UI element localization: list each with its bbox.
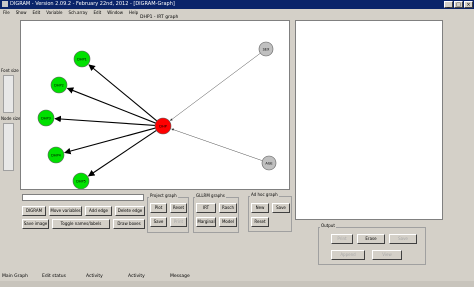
minimize-button[interactable]: _ (444, 1, 453, 8)
main-window: DIGRAM - Version 2.09.2 - February 22nd,… (0, 0, 474, 287)
node-item-5[interactable]: DHP5 (72, 172, 90, 190)
font-size-label: Font size (1, 68, 19, 73)
menu-show[interactable]: Show (16, 9, 27, 17)
output-save-button[interactable]: Save (389, 234, 417, 244)
node-item-4-label: DHP4 (51, 153, 61, 157)
bottom-edge (0, 281, 474, 287)
gllrm-marginal-button[interactable]: Marginal (196, 217, 216, 227)
edge-dhp-to-item-3[interactable] (54, 115, 156, 127)
node-size-slider[interactable] (3, 123, 14, 171)
app-icon (2, 1, 8, 7)
status-activity-1: Activity (86, 274, 103, 279)
node-item-1-label: DHP1 (77, 57, 87, 61)
menu-help[interactable]: Help (129, 9, 138, 17)
adhoc-save-button[interactable]: Save (272, 203, 290, 213)
menu-window[interactable]: Window (107, 9, 123, 17)
node-item-4[interactable]: DHP4 (47, 146, 65, 164)
node-item-3-label: DHP3 (41, 116, 51, 120)
digram-button[interactable]: DIGRAM (22, 206, 46, 216)
delete-edge-button[interactable]: Delete edge (115, 206, 145, 216)
output-print-button[interactable]: Print (331, 234, 353, 244)
status-message: Message (170, 274, 190, 279)
node-item-5-label: DHP5 (76, 179, 86, 183)
node-dhp[interactable]: DHP (154, 117, 172, 135)
node-item-2-label: DHP2 (54, 83, 64, 87)
graph-svg: DHP1 DHP2 DHP3 DHP4 DHP5 SEX AGE DHP (37, 41, 277, 190)
menu-file[interactable]: File (3, 9, 10, 17)
project-reset-button[interactable]: Reset (170, 203, 187, 213)
maximize-button[interactable]: □ (454, 1, 463, 8)
window-title: DIGRAM - Version 2.09.2 - February 22nd,… (10, 1, 175, 7)
status-bar: Main Graph Edit status Activity Activity… (0, 272, 474, 281)
project-graph-label: Project graph (149, 193, 178, 198)
status-edit-status: Edit status (42, 274, 66, 279)
node-item-1[interactable]: DHP1 (73, 50, 91, 68)
status-main-graph: Main Graph (2, 274, 28, 279)
menu-sch-array[interactable]: Sch.array (68, 9, 87, 17)
node-exo-sex-label: SEX (263, 47, 270, 51)
node-dhp-label: DHP (159, 124, 166, 128)
title-bar: DIGRAM - Version 2.09.2 - February 22nd,… (0, 0, 474, 9)
project-print-button[interactable]: Print (170, 217, 187, 227)
edge-dhp-to-item-1[interactable] (88, 64, 158, 122)
menu-bar: File Show Edit Variable Sch.array Edit W… (0, 9, 474, 17)
menu-variable[interactable]: Variable (46, 9, 62, 17)
edge-dhp-to-item-2[interactable] (66, 87, 156, 124)
node-item-2[interactable]: DHP2 (50, 76, 68, 94)
font-size-slider[interactable] (3, 75, 14, 113)
project-save-button[interactable]: Save (150, 217, 167, 227)
graph-edges (54, 52, 263, 177)
output-label: Output (320, 223, 336, 228)
save-image-button[interactable]: Save image (22, 219, 49, 229)
node-size-label: Node size (1, 116, 21, 121)
status-activity-2: Activity (128, 274, 145, 279)
adhoc-reset-button[interactable]: Reset (251, 217, 269, 227)
edge-exo-age-to-dhp[interactable] (171, 128, 263, 161)
adhoc-graph-label: Ad hoc graph (250, 192, 279, 197)
toggle-names-button[interactable]: Toggle names/labels (52, 219, 110, 229)
close-button[interactable]: × (464, 1, 473, 8)
gllrm-graphs-label: GLLRM graphs (195, 193, 226, 198)
output-view-button[interactable]: View (372, 250, 402, 260)
output-erase-button[interactable]: Erase (357, 234, 385, 244)
add-edge-button[interactable]: Add edge (85, 206, 112, 216)
node-item-3[interactable]: DHP3 (37, 109, 55, 127)
gllrm-model-button[interactable]: Model (219, 217, 237, 227)
output-append-button[interactable]: Append (331, 250, 365, 260)
project-plot-button[interactable]: Plot (150, 203, 167, 213)
window-controls: _ □ × (444, 1, 473, 8)
adhoc-new-button[interactable]: New (251, 203, 269, 213)
output-panel[interactable] (295, 20, 443, 220)
gllrm-rasch-button[interactable]: Rasch (219, 203, 237, 213)
gllrm-irt-button[interactable]: IRT (196, 203, 216, 213)
command-input[interactable] (22, 194, 144, 201)
edge-exo-sex-to-dhp[interactable] (170, 52, 261, 121)
graph-nodes: DHP1 DHP2 DHP3 DHP4 DHP5 SEX AGE DHP (37, 41, 277, 190)
draw-boxes-button[interactable]: Draw boxes (113, 219, 145, 229)
node-exo-sex[interactable]: SEX (258, 41, 274, 57)
graph-canvas[interactable]: DHP1 DHP2 DHP3 DHP4 DHP5 SEX AGE DHP (20, 20, 290, 190)
node-exo-age[interactable]: AGE (261, 155, 277, 171)
move-variables-button[interactable]: Move variables (49, 206, 82, 216)
menu-edit-2[interactable]: Edit (94, 9, 102, 17)
menu-edit[interactable]: Edit (33, 9, 41, 17)
node-exo-age-label: AGE (265, 161, 272, 165)
